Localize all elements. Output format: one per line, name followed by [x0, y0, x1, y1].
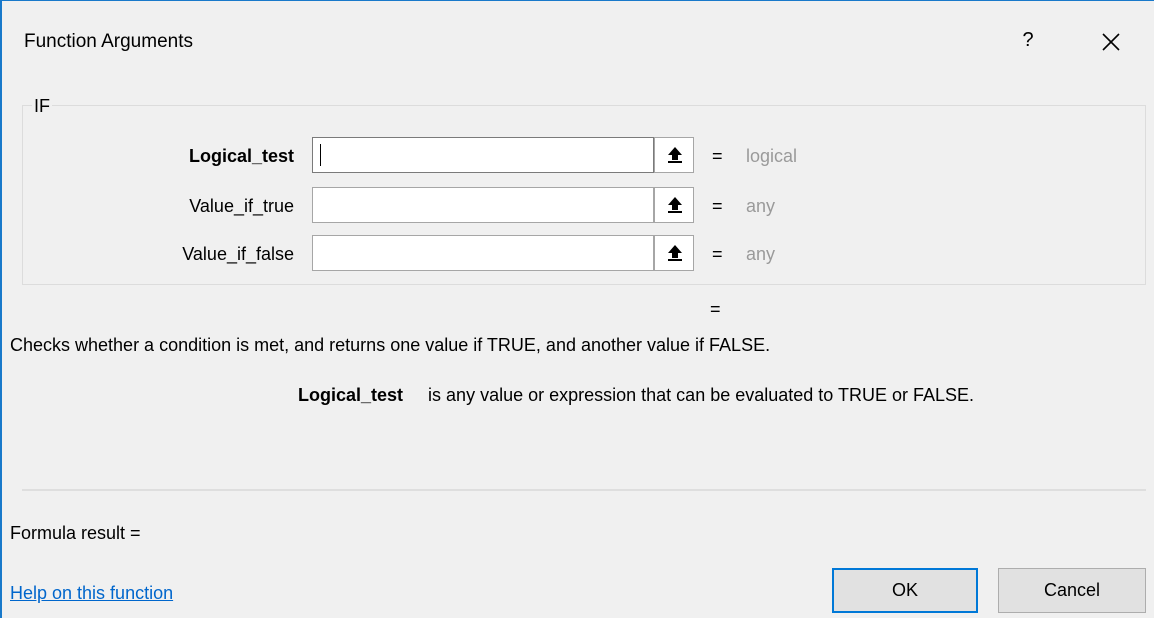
cancel-button[interactable]: Cancel — [998, 568, 1146, 613]
up-arrow-icon — [668, 147, 682, 163]
arg-label-logical-test: Logical_test — [188, 146, 294, 166]
arg-label-value-if-false: Value_if_false — [182, 244, 294, 264]
argument-help-text: is any value or expression that can be e… — [428, 385, 975, 405]
function-name: IF — [32, 96, 52, 117]
arg-label-value-if-true: Value_if_true — [189, 196, 294, 216]
dialog-title: Function Arguments — [24, 31, 193, 52]
value-if-true-collapse-button[interactable] — [654, 187, 694, 223]
value-if-false-collapse-button[interactable] — [654, 235, 694, 271]
function-arguments-dialog: Function Arguments ? IF Logical_test = l… — [0, 0, 1154, 618]
equals-sign: = — [712, 196, 723, 216]
close-icon — [1102, 33, 1120, 51]
value-if-false-result: any — [746, 244, 776, 264]
equals-sign: = — [712, 146, 723, 166]
logical-test-collapse-button[interactable] — [654, 137, 694, 173]
equals-sign: = — [712, 244, 723, 264]
argument-help: Logical_test is any value or expression … — [298, 385, 974, 406]
logical-test-input[interactable] — [312, 137, 654, 173]
value-if-true-input[interactable] — [312, 187, 654, 223]
value-if-false-input[interactable] — [312, 235, 654, 271]
argument-help-name: Logical_test — [298, 385, 404, 405]
help-on-function-link[interactable]: Help on this function — [10, 583, 173, 604]
formula-result: Formula result = — [10, 523, 141, 543]
up-arrow-icon — [668, 197, 682, 213]
up-arrow-icon — [668, 245, 682, 261]
logical-test-result: logical — [746, 146, 798, 166]
function-result-equals: = — [710, 299, 721, 319]
text-cursor — [320, 144, 321, 166]
ok-button[interactable]: OK — [832, 568, 978, 613]
function-description: Checks whether a condition is met, and r… — [10, 335, 771, 355]
close-button[interactable] — [1094, 25, 1128, 59]
help-button[interactable]: ? — [1016, 29, 1040, 52]
divider — [22, 489, 1146, 491]
value-if-true-result: any — [746, 196, 776, 216]
